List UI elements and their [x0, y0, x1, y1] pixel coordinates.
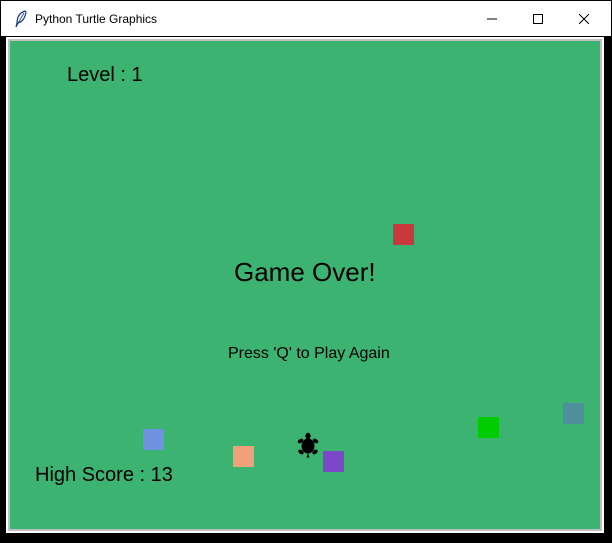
level-label: Level : 1 [67, 64, 143, 86]
game-over-label: Game Over! [234, 257, 376, 287]
minimize-button[interactable] [469, 1, 515, 36]
turtle-window: Python Turtle Graphics Level : 1 Game Ov… [0, 0, 612, 543]
game-canvas[interactable]: Level : 1 Game Over! Press 'Q' to Play A… [10, 41, 600, 529]
purple-tile [323, 451, 344, 472]
minimize-icon [487, 14, 497, 24]
close-icon [579, 13, 589, 24]
turtle-icon [297, 432, 319, 458]
salmon-tile [233, 446, 254, 467]
high-score-label: High Score : 13 [35, 464, 173, 486]
window-title: Python Turtle Graphics [35, 12, 158, 26]
green-tile [478, 417, 499, 438]
restart-prompt: Press 'Q' to Play Again [228, 345, 390, 362]
title-bar[interactable]: Python Turtle Graphics [1, 1, 611, 36]
maximize-icon [533, 13, 543, 24]
maximize-button[interactable] [515, 1, 561, 36]
feather-icon [13, 10, 29, 28]
red-tile [393, 224, 414, 245]
slate-tile [563, 403, 584, 424]
close-button[interactable] [561, 1, 607, 36]
blue-tile [143, 429, 164, 450]
